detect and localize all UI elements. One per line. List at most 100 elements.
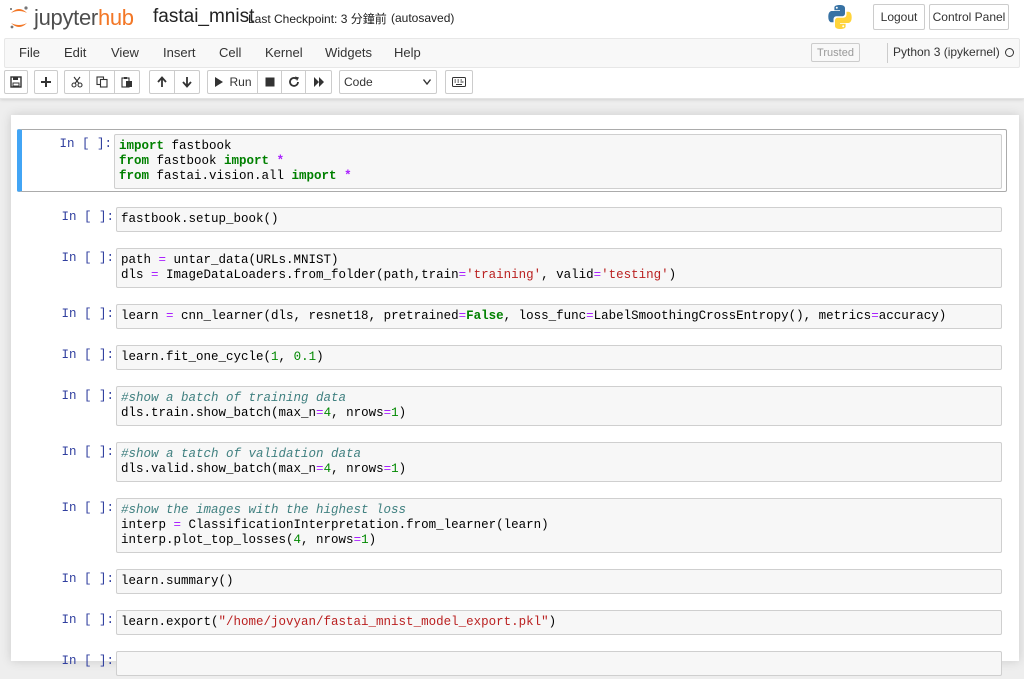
code-line: path = untar_data(URLs.MNIST) bbox=[121, 253, 997, 268]
code-line: #show a tatch of validation data bbox=[121, 447, 997, 462]
code-cell[interactable]: In [ ]: #show a batch of training data dls… bbox=[19, 381, 1007, 429]
code-input[interactable]: fastbook.setup_book() bbox=[116, 207, 1002, 232]
code-token: interp bbox=[121, 518, 174, 532]
code-token: fastai.vision.all bbox=[149, 169, 292, 183]
code-cell[interactable]: In [ ]: learn = cnn_learner(dls, resnet18… bbox=[19, 299, 1007, 332]
cell-prompt: In [ ]: bbox=[61, 210, 114, 224]
code-cell[interactable]: In [ ]: learn.export("/home/jovyan/fastai… bbox=[19, 605, 1007, 638]
code-token: , valid bbox=[541, 268, 594, 282]
interrupt-button[interactable] bbox=[257, 70, 282, 94]
code-token: 1 bbox=[361, 533, 369, 547]
restart-icon bbox=[288, 76, 299, 87]
trusted-indicator[interactable]: Trusted bbox=[811, 43, 860, 62]
move-up-button[interactable] bbox=[149, 70, 175, 94]
stop-icon bbox=[265, 77, 274, 87]
code-token: ) bbox=[398, 406, 407, 420]
code-token: = bbox=[316, 462, 324, 476]
code-cell[interactable]: In [ ]: learn.summary() bbox=[19, 564, 1007, 597]
run-icon bbox=[215, 77, 224, 87]
code-cell[interactable]: In [ ]: #show a tatch of validation data d… bbox=[19, 437, 1007, 485]
arrow-up-icon bbox=[157, 76, 167, 87]
cut-button[interactable] bbox=[64, 70, 90, 94]
code-input[interactable]: learn = cnn_learner(dls, resnet18, pretr… bbox=[116, 304, 1002, 329]
code-input[interactable]: #show the images with the highest loss in… bbox=[116, 498, 1002, 553]
code-line: dls.train.show_batch(max_n=4, nrows=1) bbox=[121, 406, 997, 421]
menu-view[interactable]: View bbox=[111, 45, 139, 60]
cell-type-select[interactable]: Code bbox=[339, 70, 437, 94]
code-input[interactable]: learn.fit_one_cycle(1, 0.1) bbox=[116, 345, 1002, 370]
code-token: path bbox=[121, 253, 159, 267]
code-line: #show the images with the highest loss bbox=[121, 503, 997, 518]
command-palette-button[interactable] bbox=[445, 70, 473, 94]
code-line: interp = ClassificationInterpretation.fr… bbox=[121, 518, 997, 533]
kernel-separator bbox=[887, 43, 888, 63]
notebook-name[interactable]: fastai_mnist bbox=[153, 6, 254, 28]
menu-help[interactable]: Help bbox=[394, 45, 421, 60]
kernel-name[interactable]: Python 3 (ipykernel) bbox=[893, 45, 1000, 59]
cell-prompt: In [ ]: bbox=[61, 613, 114, 627]
copy-button[interactable] bbox=[89, 70, 115, 94]
menu-insert[interactable]: Insert bbox=[163, 45, 196, 60]
restart-run-all-button[interactable] bbox=[305, 70, 332, 94]
code-token: ) bbox=[668, 268, 677, 282]
menu-file[interactable]: File bbox=[19, 45, 40, 60]
code-token: , bbox=[278, 350, 294, 364]
code-token: = bbox=[166, 309, 174, 323]
code-token: ) bbox=[548, 615, 557, 629]
notebook-container: In [ ]: import fastbook from fastbook impo… bbox=[11, 115, 1019, 676]
jupyter-logo-icon bbox=[10, 6, 28, 29]
menu-kernel[interactable]: Kernel bbox=[265, 45, 303, 60]
restart-button[interactable] bbox=[281, 70, 306, 94]
code-token: * bbox=[276, 154, 285, 168]
code-cell[interactable]: In [ ]: fastbook.setup_book() bbox=[19, 202, 1007, 235]
save-button[interactable] bbox=[4, 70, 28, 94]
code-cell[interactable]: In [ ]: path = untar_data(URLs.MNIST) dls … bbox=[19, 243, 1007, 291]
cell-prompt: In [ ]: bbox=[61, 445, 114, 459]
code-token: , nrows bbox=[301, 533, 354, 547]
code-token: 1 bbox=[391, 406, 399, 420]
code-token: fastbook bbox=[164, 139, 232, 153]
code-token: 0.1 bbox=[293, 350, 317, 364]
logout-button[interactable]: Logout bbox=[873, 4, 925, 30]
cell-type-value: Code bbox=[344, 75, 373, 89]
run-button[interactable]: Run bbox=[207, 70, 258, 94]
code-token: , nrows bbox=[331, 406, 384, 420]
code-input[interactable]: path = untar_data(URLs.MNIST) dls = Image… bbox=[116, 248, 1002, 288]
code-token: ClassificationInterpretation.from_learne… bbox=[181, 518, 549, 532]
cell-prompt: In [ ]: bbox=[61, 389, 114, 403]
code-token: from bbox=[119, 154, 150, 168]
move-down-button[interactable] bbox=[174, 70, 200, 94]
code-input[interactable]: learn.export("/home/jovyan/fastai_mnist_… bbox=[116, 610, 1002, 635]
cell-prompt: In [ ]: bbox=[59, 137, 112, 151]
menu-edit[interactable]: Edit bbox=[64, 45, 86, 60]
copy-icon bbox=[96, 76, 108, 88]
code-input[interactable]: #show a tatch of validation data dls.vali… bbox=[116, 442, 1002, 482]
code-token: LabelSmoothingCrossEntropy(), metrics bbox=[593, 309, 872, 323]
jupyterhub-logo[interactable]: jupyterhub bbox=[8, 4, 134, 32]
code-cell[interactable]: In [ ]: import fastbook from fastbook impo… bbox=[17, 129, 1007, 192]
paste-button[interactable] bbox=[114, 70, 140, 94]
code-input[interactable] bbox=[116, 651, 1002, 676]
logo-text: jupyterhub bbox=[34, 5, 134, 31]
code-token: = bbox=[383, 462, 392, 476]
code-token: = bbox=[316, 406, 324, 420]
code-cell[interactable]: In [ ]: #show the images with the highest… bbox=[19, 493, 1007, 556]
menu-widgets[interactable]: Widgets bbox=[325, 45, 372, 60]
code-input[interactable]: import fastbook from fastbook import * fro… bbox=[114, 134, 1002, 189]
code-token: learn.fit_one_cycle( bbox=[121, 350, 272, 364]
code-token: ) bbox=[398, 462, 407, 476]
cell-prompt: In [ ]: bbox=[61, 307, 114, 321]
menu-cell[interactable]: Cell bbox=[219, 45, 241, 60]
control-panel-button[interactable]: Control Panel bbox=[929, 4, 1009, 30]
code-token: import bbox=[224, 154, 270, 168]
keyboard-icon bbox=[452, 77, 466, 87]
checkpoint-status: Last Checkpoint: 3 分鐘前 bbox=[248, 12, 387, 26]
code-input[interactable]: #show a batch of training data dls.train.… bbox=[116, 386, 1002, 426]
code-cell[interactable]: In [ ]: learn.fit_one_cycle(1, 0.1) bbox=[19, 340, 1007, 373]
code-cell[interactable]: In [ ]: bbox=[19, 646, 1007, 679]
cut-icon bbox=[71, 76, 83, 88]
code-token: 1 bbox=[271, 350, 279, 364]
insert-cell-button[interactable] bbox=[34, 70, 58, 94]
code-input[interactable]: learn.summary() bbox=[116, 569, 1002, 594]
